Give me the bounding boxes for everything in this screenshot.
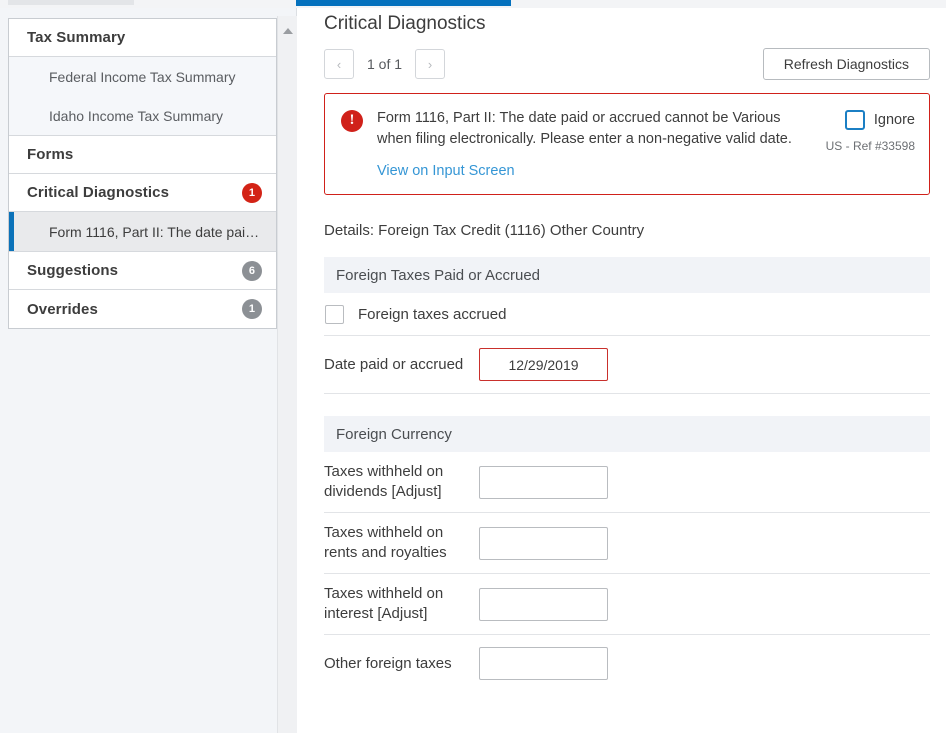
field-label: Date paid or accrued bbox=[324, 355, 479, 375]
navigation-list: Tax Summary Federal Income Tax Summary I… bbox=[8, 18, 277, 329]
foreign-taxes-accrued-label: Foreign taxes accrued bbox=[358, 306, 506, 323]
sidebar-group-label: Forms bbox=[27, 146, 262, 163]
status-badge-critical-count: 1 bbox=[242, 183, 262, 203]
sidebar-group-critical-diagnostics[interactable]: Critical Diagnostics 1 bbox=[9, 174, 276, 212]
top-tab-strip bbox=[0, 0, 946, 8]
details-title: Details: Foreign Tax Credit (1116) Other… bbox=[324, 222, 930, 239]
refresh-diagnostics-button[interactable]: Refresh Diagnostics bbox=[763, 48, 930, 80]
tab-inactive-indicator[interactable] bbox=[8, 0, 134, 5]
sidebar-group-suggestions[interactable]: Suggestions 6 bbox=[9, 252, 276, 290]
tab-active-indicator[interactable] bbox=[296, 0, 511, 6]
sidebar-item-label: Form 1116, Part II: The date pai… bbox=[49, 224, 259, 240]
field-row-taxes-withheld-interest: Taxes withheld on interest [Adjust] bbox=[324, 573, 930, 634]
date-paid-or-accrued-input[interactable] bbox=[479, 348, 608, 381]
pager-previous-button[interactable]: ‹ bbox=[324, 49, 354, 79]
taxes-withheld-dividends-input[interactable] bbox=[479, 466, 608, 499]
sidebar-group-label: Overrides bbox=[27, 301, 242, 318]
ignore-row: Ignore bbox=[826, 110, 915, 130]
sidebar-item-label: Idaho Income Tax Summary bbox=[49, 108, 223, 124]
section-header-label: Foreign Currency bbox=[336, 426, 452, 443]
alert-actions: Ignore US - Ref #33598 bbox=[826, 108, 915, 153]
sidebar-group-label: Suggestions bbox=[27, 262, 242, 279]
alert-reference-text: US - Ref #33598 bbox=[826, 139, 915, 153]
sidebar-group-forms[interactable]: Forms bbox=[9, 136, 276, 174]
triangle-up-icon[interactable] bbox=[283, 28, 293, 34]
alert-body: Form 1116, Part II: The date paid or acc… bbox=[363, 108, 826, 180]
other-foreign-taxes-input[interactable] bbox=[479, 647, 608, 680]
field-label: Other foreign taxes bbox=[324, 654, 479, 674]
sidebar-subitems-tax-summary: Federal Income Tax Summary Idaho Income … bbox=[9, 57, 276, 136]
main-content-panel: Critical Diagnostics ‹ 1 of 1 › Refresh … bbox=[298, 8, 946, 733]
status-badge-suggestions-count: 6 bbox=[242, 261, 262, 281]
sidebar-subitems-critical-diagnostics: Form 1116, Part II: The date pai… bbox=[9, 212, 276, 252]
chevron-left-icon: ‹ bbox=[337, 57, 341, 72]
application-window: Tax Summary Federal Income Tax Summary I… bbox=[0, 0, 946, 733]
diagnostics-toolbar: ‹ 1 of 1 › Refresh Diagnostics bbox=[324, 47, 930, 81]
section-header-foreign-currency: Foreign Currency bbox=[324, 416, 930, 452]
sidebar-group-label: Critical Diagnostics bbox=[27, 184, 242, 201]
field-row-other-foreign-taxes: Other foreign taxes bbox=[324, 634, 930, 692]
ignore-label: Ignore bbox=[874, 112, 915, 128]
alert-message: Form 1116, Part II: The date paid or acc… bbox=[377, 108, 807, 150]
field-label: Taxes withheld on interest [Adjust] bbox=[324, 584, 479, 624]
sidebar-group-tax-summary[interactable]: Tax Summary bbox=[9, 19, 276, 57]
sidebar-item-label: Federal Income Tax Summary bbox=[49, 69, 235, 85]
status-badge-overrides-count: 1 bbox=[242, 299, 262, 319]
taxes-withheld-rents-royalties-input[interactable] bbox=[479, 527, 608, 560]
foreign-taxes-accrued-checkbox[interactable] bbox=[325, 305, 344, 324]
field-label: Taxes withheld on rents and royalties bbox=[324, 523, 479, 563]
page-title: Critical Diagnostics bbox=[324, 13, 930, 35]
field-label: Taxes withheld on dividends [Adjust] bbox=[324, 462, 479, 502]
left-navigation-panel: Tax Summary Federal Income Tax Summary I… bbox=[0, 8, 297, 733]
critical-diagnostic-alert: ! Form 1116, Part II: The date paid or a… bbox=[324, 93, 930, 195]
sidebar-group-label: Tax Summary bbox=[27, 29, 262, 46]
chevron-right-icon: › bbox=[428, 57, 432, 72]
sidebar-group-overrides[interactable]: Overrides 1 bbox=[9, 290, 276, 328]
field-row-taxes-withheld-rents-royalties: Taxes withheld on rents and royalties bbox=[324, 512, 930, 573]
taxes-withheld-interest-input[interactable] bbox=[479, 588, 608, 621]
sidebar-item-idaho-income-tax-summary[interactable]: Idaho Income Tax Summary bbox=[9, 96, 276, 135]
sidebar-item-form-1116-diagnostic[interactable]: Form 1116, Part II: The date pai… bbox=[9, 212, 276, 251]
field-row-date-paid-or-accrued: Date paid or accrued bbox=[324, 335, 930, 393]
sidebar-item-federal-income-tax-summary[interactable]: Federal Income Tax Summary bbox=[9, 57, 276, 96]
error-exclamation-icon: ! bbox=[341, 110, 363, 132]
section-header-foreign-taxes-paid-or-accrued: Foreign Taxes Paid or Accrued bbox=[324, 257, 930, 293]
pager-next-button[interactable]: › bbox=[415, 49, 445, 79]
foreign-taxes-accrued-row: Foreign taxes accrued bbox=[324, 293, 930, 335]
section-header-label: Foreign Taxes Paid or Accrued bbox=[336, 267, 540, 284]
ignore-checkbox[interactable] bbox=[845, 110, 865, 130]
pager-position-text: 1 of 1 bbox=[367, 56, 402, 72]
field-row-taxes-withheld-dividends: Taxes withheld on dividends [Adjust] bbox=[324, 452, 930, 512]
section-gap bbox=[324, 394, 930, 416]
sidebar-scrollbar[interactable] bbox=[277, 16, 297, 733]
view-on-input-screen-link[interactable]: View on Input Screen bbox=[377, 163, 515, 179]
